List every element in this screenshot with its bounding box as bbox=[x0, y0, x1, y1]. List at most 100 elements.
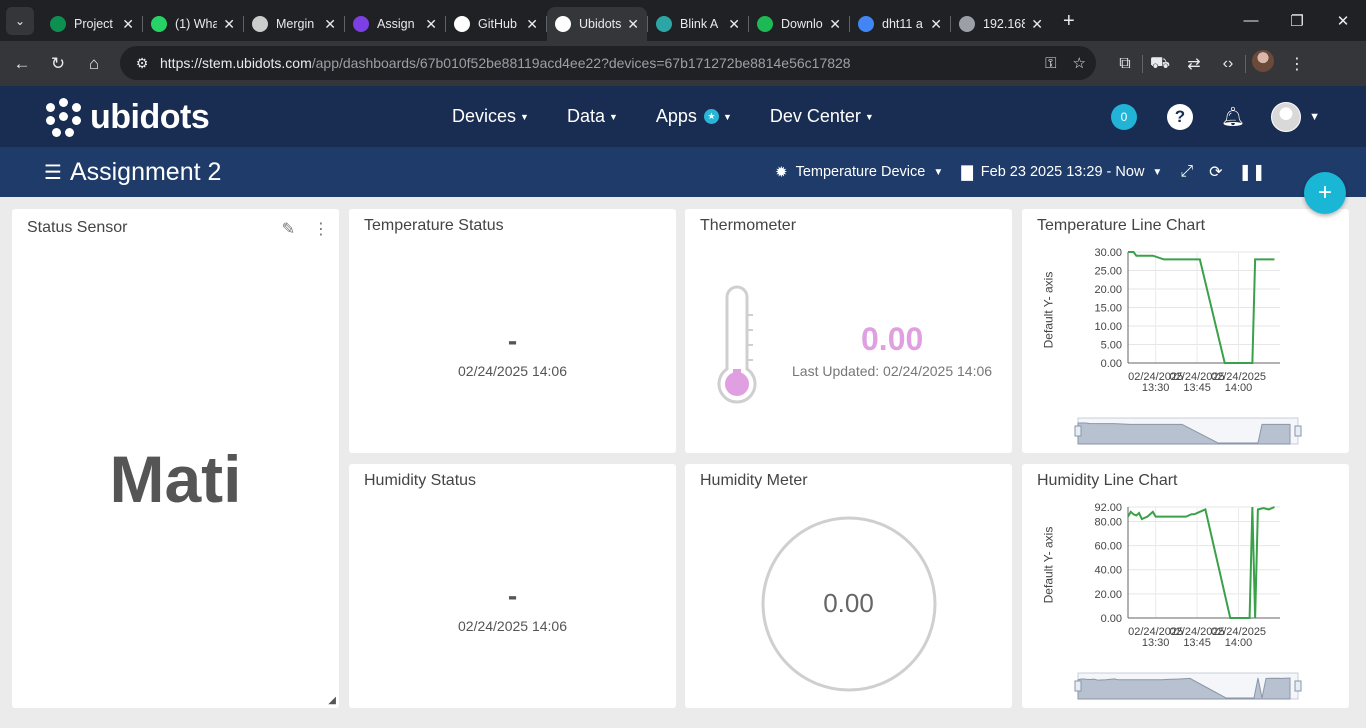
globe-icon bbox=[959, 16, 975, 32]
omnibox[interactable]: ⚙ https://stem.ubidots.com/app/dashboard… bbox=[120, 46, 1096, 80]
help-button[interactable]: ? bbox=[1167, 103, 1193, 130]
y-tick-label: 10.00 bbox=[1094, 321, 1122, 333]
nav-dev-center[interactable]: Dev Center ▼ bbox=[770, 106, 874, 127]
ubidots-logo[interactable]: ubidots bbox=[44, 97, 210, 137]
reload-icon[interactable]: ↻ bbox=[40, 46, 76, 82]
openai-icon bbox=[252, 16, 268, 32]
x-tick-label: 14:00 bbox=[1225, 382, 1253, 394]
star-badge-icon: ★ bbox=[703, 109, 719, 124]
translate-icon[interactable]: ⇄ bbox=[1177, 54, 1211, 74]
indicator-timestamp: 02/24/2025 14:06 bbox=[458, 618, 567, 634]
more-options-icon[interactable]: ⋮ bbox=[313, 219, 329, 239]
tab-close-icon[interactable]: ✕ bbox=[627, 16, 639, 33]
tab-close-icon[interactable]: ✕ bbox=[122, 16, 134, 33]
thermometer-widget: Thermometer 0.00 Last Updated: 02/24/202… bbox=[685, 209, 1012, 453]
tab-close-icon[interactable]: ✕ bbox=[425, 16, 437, 33]
tab-label: Project bbox=[74, 17, 113, 31]
github-icon bbox=[454, 16, 470, 32]
browser-tab[interactable]: Mergin ✕ bbox=[244, 7, 344, 41]
refresh-icon[interactable]: ⟳ bbox=[1209, 162, 1222, 182]
calendar-icon: ▇ bbox=[961, 164, 973, 181]
user-avatar[interactable] bbox=[1271, 101, 1302, 132]
browser-tab[interactable]: dht11 a ✕ bbox=[850, 7, 950, 41]
main-nav: Devices ▼ Data ▼ Apps ★ ▼ Dev Center ▼ bbox=[452, 86, 912, 147]
status-value: Mati bbox=[109, 442, 242, 516]
thermometer-timestamp: Last Updated: 02/24/2025 14:06 bbox=[792, 363, 993, 379]
url-text[interactable]: https://stem.ubidots.com/app/dashboards/… bbox=[160, 55, 851, 71]
date-range-selector[interactable]: ▇ Feb 23 2025 13:29 - Now ▼ bbox=[961, 163, 1162, 181]
tab-close-icon[interactable]: ✕ bbox=[829, 16, 841, 33]
tab-close-icon[interactable]: ✕ bbox=[1031, 16, 1043, 33]
extensions-puzzle-icon[interactable]: ⧉ bbox=[1108, 55, 1142, 73]
browser-tab[interactable]: Downlo ✕ bbox=[749, 7, 849, 41]
range-navigator bbox=[1074, 417, 1302, 445]
caret-down-icon[interactable]: ▼ bbox=[1309, 111, 1320, 123]
profile-avatar[interactable] bbox=[1246, 50, 1280, 77]
navigator-right-handle bbox=[1294, 680, 1302, 692]
tab-close-icon[interactable]: ✕ bbox=[526, 16, 538, 33]
browser-tab[interactable]: 192.168 ✕ bbox=[951, 7, 1051, 41]
home-icon[interactable]: ⌂ bbox=[76, 46, 112, 82]
url-host: https://stem.ubidots.com bbox=[160, 55, 312, 71]
add-widget-button[interactable]: + bbox=[1304, 172, 1346, 214]
tab-label: Blink A bbox=[680, 17, 719, 31]
nav-label: Data bbox=[566, 106, 605, 126]
browser-tab[interactable]: Blink A ✕ bbox=[648, 7, 748, 41]
notification-count-badge[interactable]: 0 bbox=[1111, 103, 1137, 130]
forms-icon bbox=[353, 16, 369, 32]
y-tick-label: 0.00 bbox=[1101, 358, 1122, 370]
nav-apps[interactable]: Apps ★ ▼ bbox=[656, 106, 732, 127]
restore-icon[interactable]: ❐ bbox=[1274, 0, 1320, 41]
indicator-value: - bbox=[507, 580, 518, 611]
nav-label: Devices bbox=[452, 106, 517, 126]
bell-icon[interactable]: 🔔︎ bbox=[1221, 105, 1245, 129]
nav-label: Dev Center bbox=[769, 106, 861, 126]
navigator-series bbox=[1077, 677, 1291, 700]
device-selector[interactable]: ✹ Temperature Device ▼ bbox=[775, 163, 943, 181]
tab-close-icon[interactable]: ✕ bbox=[930, 16, 942, 33]
dashboard-title-text[interactable]: Assignment 2 bbox=[70, 158, 221, 187]
code-icon[interactable]: ‹› bbox=[1211, 55, 1245, 73]
resize-handle-icon[interactable]: ◢ bbox=[328, 695, 336, 706]
pencil-edit-icon[interactable]: ✎ bbox=[282, 219, 295, 239]
browser-tab[interactable]: Assign ✕ bbox=[345, 7, 445, 41]
nav-devices[interactable]: Devices ▼ bbox=[452, 106, 529, 127]
thermometer-graphic bbox=[717, 285, 757, 404]
series-line bbox=[1127, 506, 1275, 619]
extensions-area: ⧉ ⛟ ⇄ ‹› ⋮ bbox=[1108, 41, 1314, 86]
star-bookmark-icon[interactable]: ☆ bbox=[1073, 54, 1086, 72]
humidity-line-chart[interactable]: 92.0080.0060.0040.0020.000.0002/24/20251… bbox=[1022, 464, 1349, 708]
indicator-timestamp: 02/24/2025 14:06 bbox=[458, 363, 567, 379]
minimize-icon[interactable]: — bbox=[1228, 0, 1274, 41]
browser-tab[interactable]: Ubidots ✕ bbox=[547, 7, 647, 41]
browser-tab[interactable]: Project ✕ bbox=[42, 7, 142, 41]
browser-menu-icon[interactable]: ⋮ bbox=[1280, 54, 1314, 74]
device-name: Temperature Device bbox=[795, 164, 926, 180]
pause-icon[interactable]: ❚❚ bbox=[1239, 162, 1266, 182]
close-window-icon[interactable]: ✕ bbox=[1320, 0, 1366, 41]
tab-close-icon[interactable]: ✕ bbox=[223, 16, 235, 33]
tab-close-icon[interactable]: ✕ bbox=[728, 16, 740, 33]
y-tick-label: 25.00 bbox=[1094, 266, 1122, 278]
widget-title: Humidity Status bbox=[364, 472, 477, 489]
tab-search-chevron-icon[interactable]: ⌄ bbox=[6, 6, 34, 35]
incognito-icon[interactable]: ⛟ bbox=[1143, 54, 1177, 74]
nav-data[interactable]: Data ▼ bbox=[567, 106, 618, 127]
new-tab-button[interactable]: + bbox=[1063, 10, 1075, 33]
temperature-line-chart[interactable]: 30.0025.0020.0015.0010.005.000.0002/24/2… bbox=[1022, 209, 1349, 453]
x-tick-label: 13:30 bbox=[1142, 637, 1170, 649]
tab-close-icon[interactable]: ✕ bbox=[324, 16, 336, 33]
app-header: ubidots Devices ▼ Data ▼ Apps ★ ▼ Dev Center… bbox=[0, 86, 1366, 147]
y-tick-label: 20.00 bbox=[1094, 589, 1122, 601]
browser-tab[interactable]: GitHub ✕ bbox=[446, 7, 546, 41]
y-tick-label: 80.00 bbox=[1094, 516, 1122, 528]
fullscreen-icon[interactable]: ⤢ bbox=[1180, 163, 1193, 181]
x-tick-label: 13:45 bbox=[1183, 637, 1211, 649]
key-icon[interactable]: ⚿ bbox=[1045, 55, 1056, 72]
browser-tab[interactable]: (1) What ✕ bbox=[143, 7, 243, 41]
url-path: /app/dashboards/67b010f52be88119acd4ee22… bbox=[311, 55, 851, 71]
humidity-status-widget: Humidity Status - 02/24/2025 14:06 bbox=[349, 464, 676, 708]
site-info-icon[interactable]: ⚙ bbox=[128, 55, 156, 72]
hamburger-menu-icon[interactable]: ☰ bbox=[44, 160, 62, 185]
back-arrow-icon[interactable]: ← bbox=[4, 46, 40, 82]
